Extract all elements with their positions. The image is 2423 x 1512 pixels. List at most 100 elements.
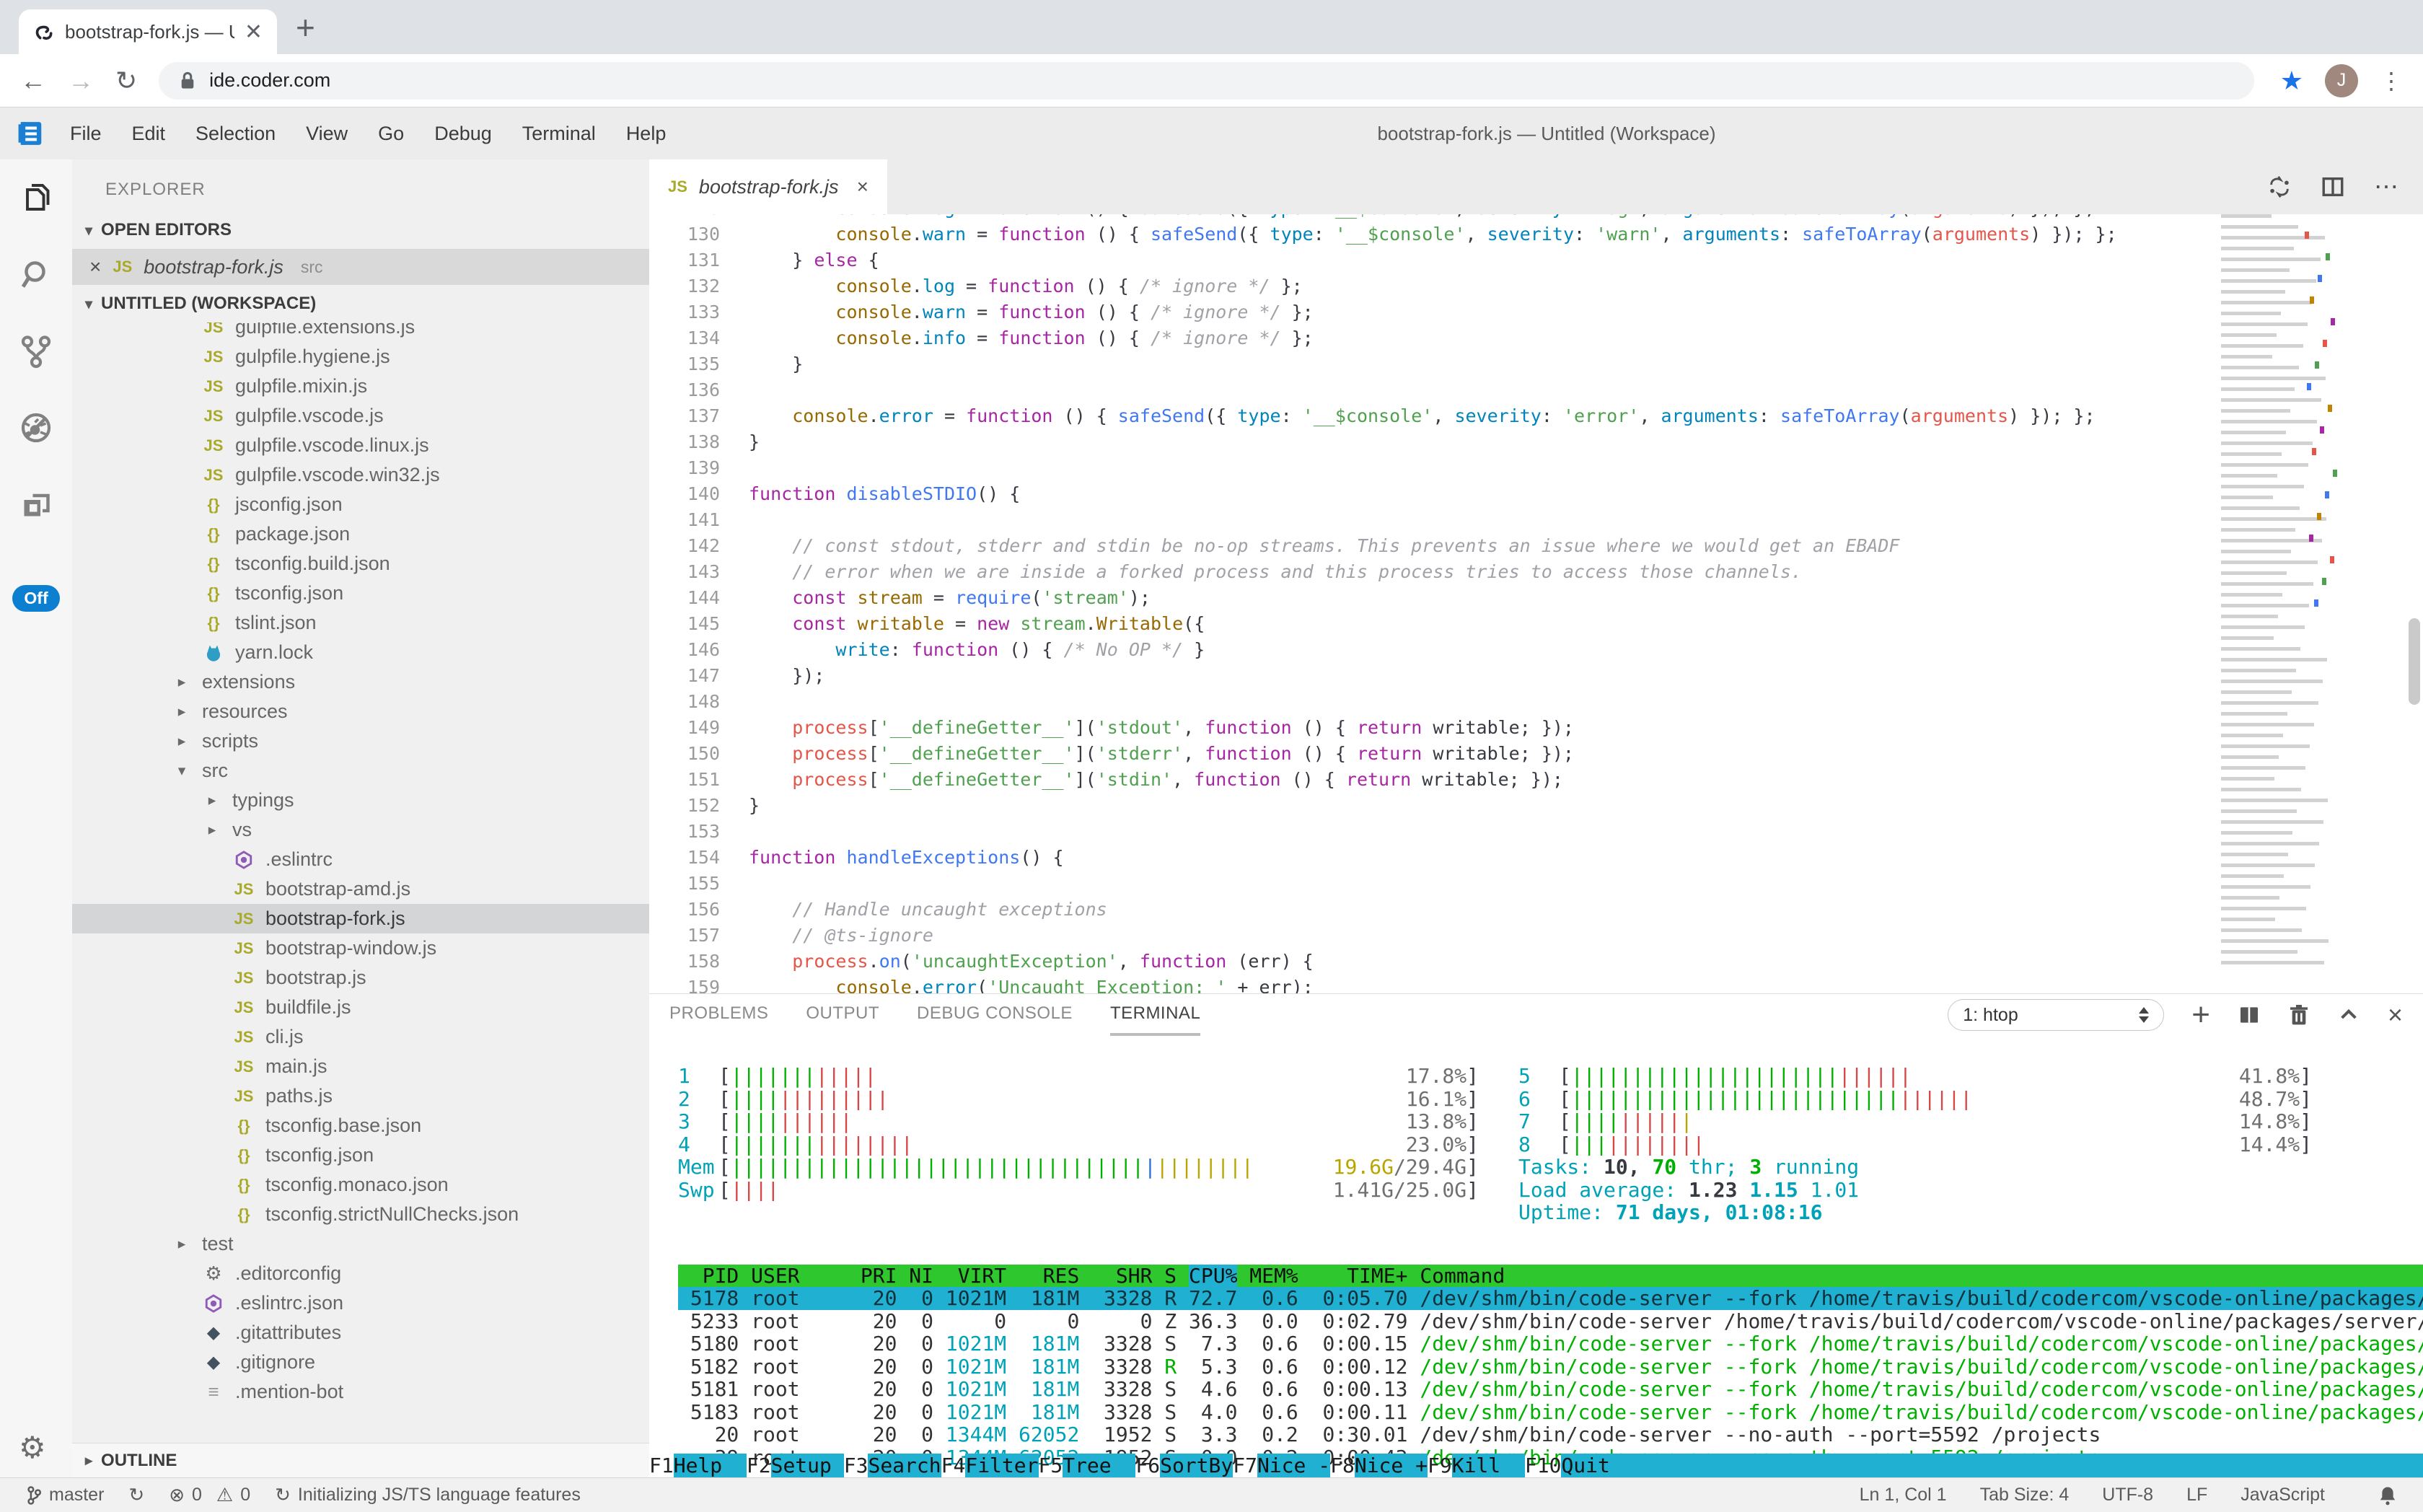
panel-tab-terminal[interactable]: TERMINAL	[1110, 994, 1200, 1036]
tree-item-gulpfile.extensions.js[interactable]: JSgulpfile.extensions.js	[72, 322, 649, 342]
status-badge[interactable]: Off	[12, 585, 59, 612]
editor-scrollbar[interactable]	[2409, 618, 2420, 705]
terminal-select[interactable]: 1: htop	[1948, 999, 2164, 1031]
tree-item-gulpfile.mixin.js[interactable]: JSgulpfile.mixin.js	[72, 372, 649, 401]
problems-item[interactable]: ⊗ 0 ⚠ 0	[169, 1484, 250, 1506]
browser-menu-icon[interactable]: ⋮	[2380, 67, 2403, 94]
maximize-panel-icon[interactable]	[2337, 1003, 2360, 1027]
tree-item-tsconfig.strictNullChecks.json[interactable]: {}tsconfig.strictNullChecks.json	[72, 1200, 649, 1229]
menu-item-view[interactable]: View	[291, 123, 363, 144]
tree-item-resources[interactable]: ▸resources	[72, 697, 649, 726]
tree-item-main.js[interactable]: JSmain.js	[72, 1052, 649, 1081]
tree-item-gulpfile.hygiene.js[interactable]: JSgulpfile.hygiene.js	[72, 342, 649, 372]
close-icon[interactable]: ×	[89, 255, 101, 278]
menu-item-debug[interactable]: Debug	[419, 123, 507, 144]
code-editor[interactable]: 129 console.log = function () { safeSend…	[649, 214, 2423, 993]
source-control-icon[interactable]	[19, 334, 53, 369]
panel-tab-problems[interactable]: PROBLEMS	[669, 994, 768, 1036]
tree-item-.eslintrc[interactable]: .eslintrc	[72, 845, 649, 874]
split-terminal-icon[interactable]	[2238, 1003, 2261, 1027]
menu-item-selection[interactable]: Selection	[180, 123, 291, 144]
language-status-item[interactable]: ↻ Initializing JS/TS language features	[275, 1484, 581, 1506]
workspace-header[interactable]: ▾ UNTITLED (WORKSPACE)	[72, 285, 649, 322]
settings-gear-icon[interactable]: ⚙	[19, 1430, 53, 1464]
editor-tab[interactable]: JS bootstrap-fork.js ×	[649, 159, 887, 214]
browser-tab[interactable]: bootstrap-fork.js — Untitled (W ✕	[19, 9, 277, 54]
tab-close-icon[interactable]: ×	[857, 175, 869, 198]
panel-tab-output[interactable]: OUTPUT	[806, 994, 879, 1036]
tree-item-bootstrap-window.js[interactable]: JSbootstrap-window.js	[72, 933, 649, 963]
menu-item-go[interactable]: Go	[363, 123, 419, 144]
tree-item-typings[interactable]: ▸typings	[72, 786, 649, 815]
search-icon[interactable]	[19, 258, 53, 292]
reload-icon[interactable]: ↻	[115, 66, 137, 96]
tree-item-tsconfig.json[interactable]: {}tsconfig.json	[72, 1140, 649, 1170]
kill-terminal-icon[interactable]	[2288, 1003, 2310, 1027]
menu-item-edit[interactable]: Edit	[117, 123, 181, 144]
back-icon[interactable]: ←	[20, 66, 46, 96]
fkey-F7[interactable]: F7	[1233, 1454, 1257, 1477]
fkey-F8[interactable]: F8	[1330, 1454, 1355, 1477]
split-editor-icon[interactable]	[2267, 175, 2292, 199]
new-terminal-icon[interactable]: +	[2191, 1004, 2210, 1026]
editor-layout-icon[interactable]	[2321, 175, 2345, 199]
tree-item-.editorconfig[interactable]: ⚙.editorconfig	[72, 1259, 649, 1288]
close-panel-icon[interactable]: ×	[2388, 1000, 2403, 1030]
tree-item-.eslintrc.json[interactable]: .eslintrc.json	[72, 1288, 649, 1318]
notifications-bell-icon[interactable]	[2378, 1485, 2397, 1506]
tree-item-cli.js[interactable]: JScli.js	[72, 1022, 649, 1052]
tree-item-src[interactable]: ▾src	[72, 756, 649, 786]
tree-item-jsconfig.json[interactable]: {}jsconfig.json	[72, 490, 649, 519]
tree-item-tsconfig.base.json[interactable]: {}tsconfig.base.json	[72, 1111, 649, 1140]
tree-item-bootstrap.js[interactable]: JSbootstrap.js	[72, 963, 649, 993]
menu-item-file[interactable]: File	[55, 123, 117, 144]
minimap[interactable]	[2217, 214, 2339, 979]
tree-item-package.json[interactable]: {}package.json	[72, 519, 649, 549]
fkey-F6[interactable]: F6	[1135, 1454, 1160, 1477]
tree-item-tsconfig.json[interactable]: {}tsconfig.json	[72, 579, 649, 608]
tree-item-yarn.lock[interactable]: yarn.lock	[72, 638, 649, 667]
explorer-icon[interactable]	[19, 181, 53, 216]
status-eol[interactable]: LF	[2186, 1485, 2207, 1506]
tree-item-.mention-bot[interactable]: ≡.mention-bot	[72, 1377, 649, 1407]
fkey-F9[interactable]: F9	[1428, 1454, 1452, 1477]
tree-item-gulpfile.vscode.js[interactable]: JSgulpfile.vscode.js	[72, 401, 649, 431]
fkey-F3[interactable]: F3	[844, 1454, 869, 1477]
tree-item-extensions[interactable]: ▸extensions	[72, 667, 649, 697]
sync-icon[interactable]: ↻	[128, 1484, 144, 1506]
tree-item-.gitattributes[interactable]: ◆.gitattributes	[72, 1318, 649, 1348]
status-cursor-position[interactable]: Ln 1, Col 1	[1860, 1485, 1947, 1506]
tree-item-paths.js[interactable]: JSpaths.js	[72, 1081, 649, 1111]
panel-tab-debug-console[interactable]: DEBUG CONSOLE	[917, 994, 1073, 1036]
tree-item-gulpfile.vscode.win32.js[interactable]: JSgulpfile.vscode.win32.js	[72, 460, 649, 490]
open-editor-item[interactable]: × JS bootstrap-fork.js src	[72, 249, 649, 285]
more-actions-icon[interactable]: ⋯	[2374, 172, 2398, 201]
fkey-F5[interactable]: F5	[1039, 1454, 1063, 1477]
forward-icon[interactable]: →	[68, 66, 94, 96]
tree-item-scripts[interactable]: ▸scripts	[72, 726, 649, 756]
status-tab-size[interactable]: Tab Size: 4	[1980, 1485, 2070, 1506]
extensions-icon[interactable]	[19, 487, 53, 522]
fkey-F10[interactable]: F10	[1525, 1454, 1562, 1477]
outline-section-header[interactable]: ▸ OUTLINE	[72, 1443, 649, 1477]
debug-disabled-icon[interactable]	[19, 410, 53, 445]
tree-item-.gitignore[interactable]: ◆.gitignore	[72, 1348, 649, 1377]
tree-item-tslint.json[interactable]: {}tslint.json	[72, 608, 649, 638]
bookmark-star-icon[interactable]: ★	[2280, 66, 2303, 96]
status-encoding[interactable]: UTF-8	[2102, 1485, 2153, 1506]
open-editors-header[interactable]: ▾ OPEN EDITORS	[72, 211, 649, 249]
tree-item-bootstrap-fork.js[interactable]: JSbootstrap-fork.js	[72, 904, 649, 933]
tree-item-gulpfile.vscode.linux.js[interactable]: JSgulpfile.vscode.linux.js	[72, 431, 649, 460]
fkey-F2[interactable]: F2	[747, 1454, 771, 1477]
menu-item-terminal[interactable]: Terminal	[507, 123, 611, 144]
tree-item-tsconfig.monaco.json[interactable]: {}tsconfig.monaco.json	[72, 1170, 649, 1200]
tree-item-buildfile.js[interactable]: JSbuildfile.js	[72, 993, 649, 1022]
fkey-F4[interactable]: F4	[941, 1454, 966, 1477]
new-tab-button[interactable]: +	[296, 8, 315, 47]
url-bar[interactable]: ide.coder.com	[159, 62, 2254, 100]
tab-close-icon[interactable]: ✕	[245, 19, 263, 45]
git-branch-item[interactable]: master	[26, 1485, 104, 1506]
tree-item-test[interactable]: ▸test	[72, 1229, 649, 1259]
tree-item-tsconfig.build.json[interactable]: {}tsconfig.build.json	[72, 549, 649, 579]
tree-item-bootstrap-amd.js[interactable]: JSbootstrap-amd.js	[72, 874, 649, 904]
